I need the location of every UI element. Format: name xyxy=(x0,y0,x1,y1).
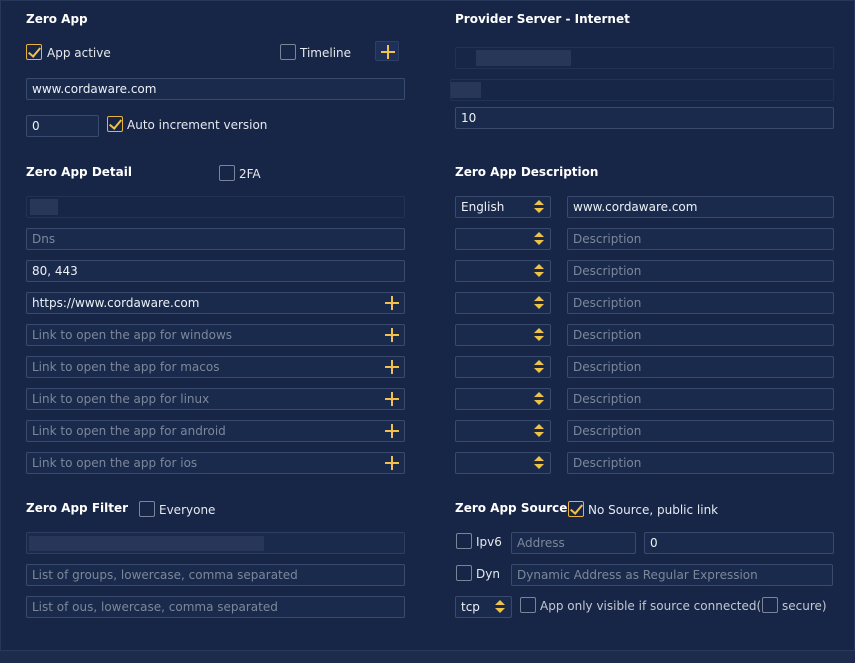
app-active-label: App active xyxy=(47,46,111,60)
language-select[interactable] xyxy=(455,324,551,346)
redacted-block xyxy=(29,536,264,551)
ipv6-checkbox[interactable] xyxy=(456,533,472,549)
visible-if-connected-checkbox[interactable] xyxy=(520,597,536,613)
redacted-block xyxy=(476,50,571,66)
description-input[interactable]: Description xyxy=(567,292,834,314)
visible-if-connected-label: App only visible if source connected( xyxy=(540,599,762,613)
zero-app-title: Zero App xyxy=(26,12,88,26)
description-input[interactable]: Description xyxy=(567,228,834,250)
zero-app-source-title: Zero App Source xyxy=(455,501,568,515)
secure-checkbox[interactable] xyxy=(762,597,778,613)
dynamic-address-input[interactable]: Dynamic Address as Regular Expression xyxy=(511,564,833,586)
spinner-arrows-icon xyxy=(534,424,544,438)
android-link-add-button[interactable] xyxy=(380,421,404,441)
twofa-label: 2FA xyxy=(239,167,261,181)
language-select[interactable] xyxy=(455,356,551,378)
no-source-label: No Source, public link xyxy=(588,503,719,517)
redacted-users-input[interactable] xyxy=(26,532,405,554)
web-link-add-button[interactable] xyxy=(380,293,404,313)
dyn-label: Dyn xyxy=(476,567,500,581)
redacted-block xyxy=(30,199,58,215)
macos-link-add-button[interactable] xyxy=(380,357,404,377)
everyone-checkbox[interactable] xyxy=(139,501,155,517)
spinner-arrows-icon xyxy=(534,232,544,246)
language-select[interactable] xyxy=(455,260,551,282)
windows-link-add-button[interactable] xyxy=(380,325,404,345)
ipv6-label: Ipv6 xyxy=(476,535,502,549)
description-input[interactable]: Description xyxy=(567,324,834,346)
linux-link-add-button[interactable] xyxy=(380,389,404,409)
ios-link-add-button[interactable] xyxy=(380,453,404,473)
zero-app-filter-title: Zero App Filter xyxy=(26,501,129,515)
language-select[interactable] xyxy=(455,388,551,410)
redacted-detail-input[interactable] xyxy=(26,196,405,218)
windows-link-input[interactable]: Link to open the app for windows xyxy=(26,324,405,346)
spinner-arrows-icon xyxy=(534,328,544,342)
language-select[interactable] xyxy=(455,452,551,474)
description-input[interactable]: Description xyxy=(567,356,834,378)
auto-increment-checkbox[interactable] xyxy=(107,116,123,132)
macos-link-input[interactable]: Link to open the app for macos xyxy=(26,356,405,378)
address-input[interactable]: Address xyxy=(511,532,636,554)
description-input[interactable]: Description xyxy=(567,260,834,282)
description-input[interactable]: Description xyxy=(567,388,834,410)
auto-increment-label: Auto increment version xyxy=(127,118,268,132)
dyn-checkbox[interactable] xyxy=(456,565,472,581)
spinner-arrows-icon xyxy=(534,200,544,214)
timeline-label: Timeline xyxy=(300,46,352,60)
language-select[interactable]: English xyxy=(455,196,551,218)
language-value: English xyxy=(461,200,505,214)
redacted-provider-input-1[interactable] xyxy=(455,47,834,69)
description-input[interactable]: www.cordaware.com xyxy=(567,196,834,218)
ous-input[interactable]: List of ous, lowercase, comma separated xyxy=(26,596,405,618)
language-select[interactable] xyxy=(455,228,551,250)
description-input[interactable]: Description xyxy=(567,452,834,474)
version-input[interactable]: 0 xyxy=(26,115,99,137)
protocol-value: tcp xyxy=(461,600,480,614)
spinner-arrows-icon xyxy=(534,296,544,310)
language-select[interactable] xyxy=(455,420,551,442)
secure-label: secure) xyxy=(782,599,827,613)
zero-app-detail-title: Zero App Detail xyxy=(26,165,132,179)
no-source-checkbox[interactable] xyxy=(568,501,584,517)
source-port-input[interactable]: 0 xyxy=(644,532,834,554)
spinner-arrows-icon xyxy=(534,264,544,278)
app-url-input[interactable]: www.cordaware.com xyxy=(26,78,405,100)
spinner-arrows-icon xyxy=(534,456,544,470)
twofa-checkbox[interactable] xyxy=(219,165,235,181)
timeline-checkbox[interactable] xyxy=(280,44,296,60)
app-active-checkbox[interactable] xyxy=(26,44,42,60)
dns-input[interactable]: Dns xyxy=(26,228,405,250)
redacted-provider-input-2[interactable] xyxy=(450,79,834,101)
android-link-input[interactable]: Link to open the app for android xyxy=(26,420,405,442)
spinner-arrows-icon xyxy=(495,600,505,614)
protocol-select[interactable]: tcp xyxy=(455,596,512,618)
spinner-arrows-icon xyxy=(534,360,544,374)
groups-input[interactable]: List of groups, lowercase, comma separat… xyxy=(26,564,405,586)
zero-app-description-title: Zero App Description xyxy=(455,165,599,179)
bottom-strip xyxy=(0,650,855,663)
ports-input[interactable]: 80, 443 xyxy=(26,260,405,282)
timeline-add-button[interactable] xyxy=(375,41,399,61)
provider-server-title: Provider Server - Internet xyxy=(455,12,630,26)
linux-link-input[interactable]: Link to open the app for linux xyxy=(26,388,405,410)
web-link-input[interactable]: https://www.cordaware.com xyxy=(26,292,405,314)
language-select[interactable] xyxy=(455,292,551,314)
everyone-label: Everyone xyxy=(159,503,216,517)
spinner-arrows-icon xyxy=(534,392,544,406)
description-input[interactable]: Description xyxy=(567,420,834,442)
provider-number-input[interactable]: 10 xyxy=(455,107,834,129)
redacted-block xyxy=(451,82,481,98)
ios-link-input[interactable]: Link to open the app for ios xyxy=(26,452,405,474)
